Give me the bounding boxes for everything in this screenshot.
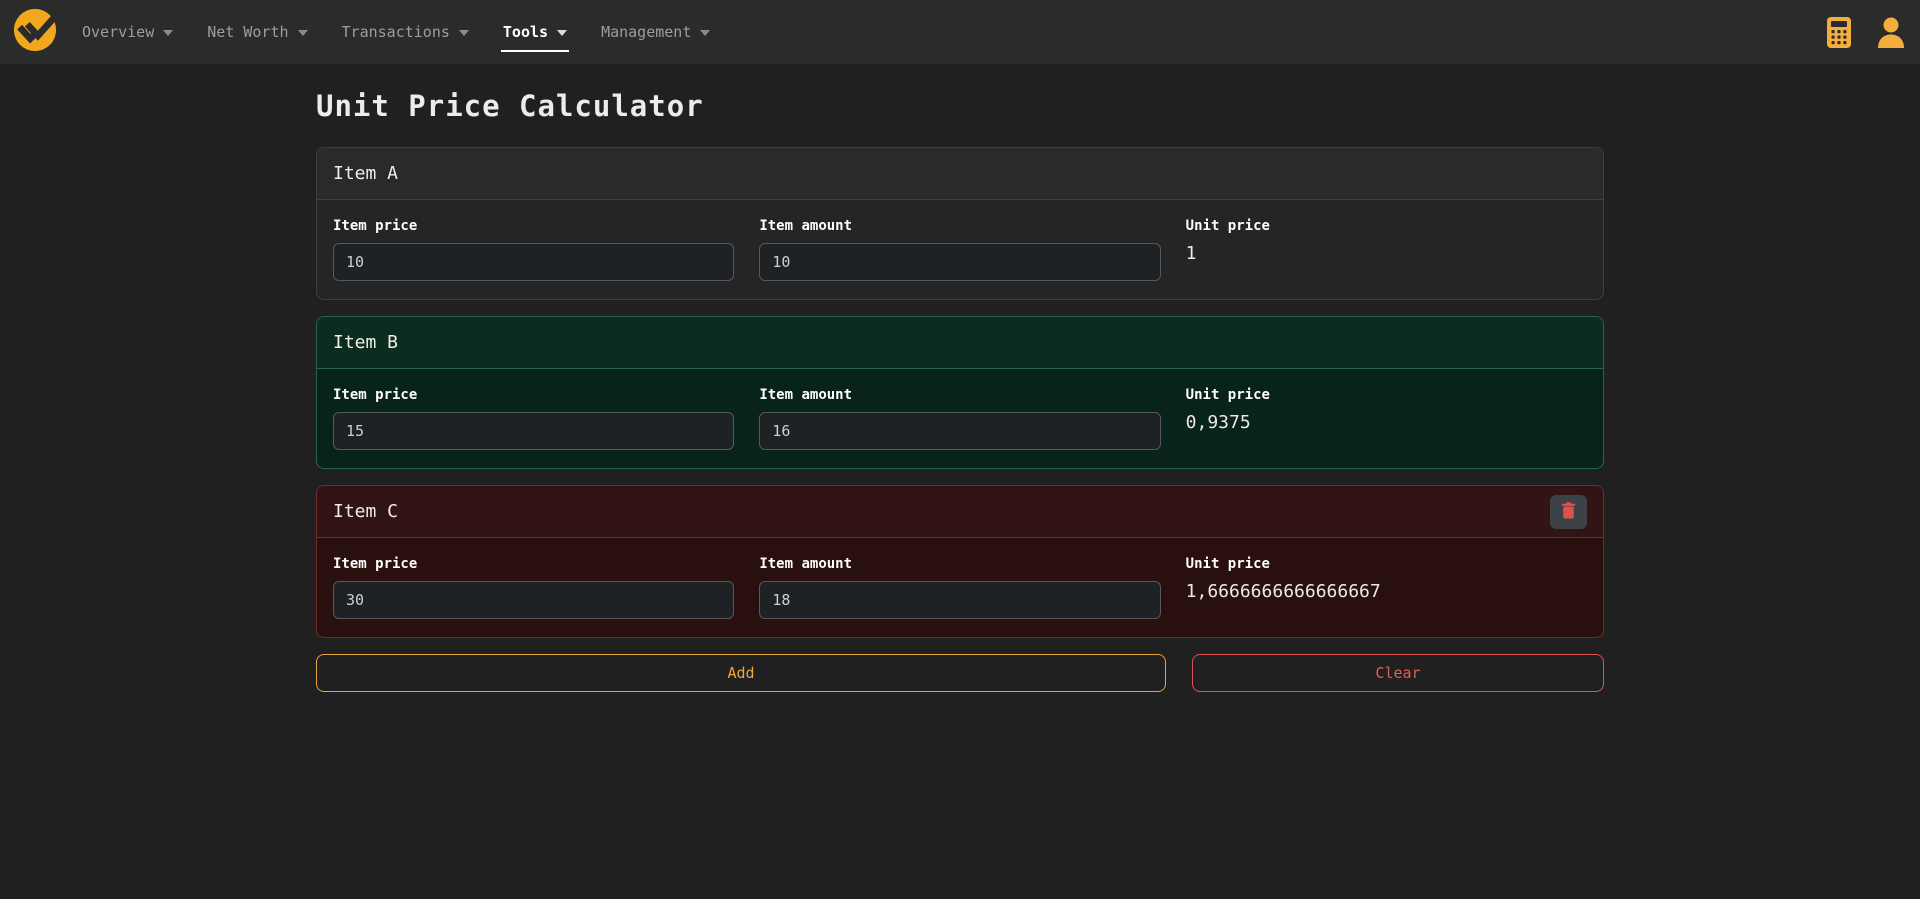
price-field: Item price	[333, 218, 734, 281]
nav-item-management[interactable]: Management	[601, 20, 710, 44]
amount-field: Item amount	[759, 387, 1160, 450]
item-price-label: Item price	[333, 556, 734, 572]
item-card-header: Item A	[317, 148, 1603, 200]
price-field: Item price	[333, 556, 734, 619]
item-amount-label: Item amount	[759, 556, 1160, 572]
item-card-header: Item C	[317, 486, 1603, 538]
price-field: Item price	[333, 387, 734, 450]
nav-item-label: Tools	[503, 23, 548, 41]
amount-field: Item amount	[759, 218, 1160, 281]
item-amount-input[interactable]	[759, 243, 1160, 281]
unit-price-label: Unit price	[1186, 387, 1587, 403]
delete-item-button[interactable]	[1550, 495, 1587, 529]
page-title: Unit Price Calculator	[316, 89, 1604, 123]
trash-icon	[1561, 502, 1576, 522]
user-icon[interactable]	[1876, 16, 1906, 48]
logo-icon	[12, 7, 58, 57]
nav-item-label: Management	[601, 23, 691, 41]
chevron-down-icon	[700, 30, 710, 36]
chevron-down-icon	[298, 30, 308, 36]
top-navbar: Overview Net Worth Transactions Tools Ma…	[0, 0, 1920, 64]
item-card-body: Item price Item amount Unit price 1,6666…	[317, 538, 1603, 637]
item-card-c: Item C Item price Item amount	[316, 485, 1604, 638]
unit-price-value: 1,6666666666666667	[1186, 581, 1587, 602]
item-card-title: Item B	[333, 332, 398, 353]
item-price-input[interactable]	[333, 243, 734, 281]
unit-price-value: 1	[1186, 243, 1587, 264]
unit-price-field: Unit price 0,9375	[1186, 387, 1587, 450]
nav-menu: Overview Net Worth Transactions Tools Ma…	[82, 20, 710, 44]
chevron-down-icon	[163, 30, 173, 36]
item-card-title: Item A	[333, 163, 398, 184]
item-card-body: Item price Item amount Unit price 1	[317, 200, 1603, 299]
unit-price-field: Unit price 1	[1186, 218, 1587, 281]
item-price-input[interactable]	[333, 581, 734, 619]
chevron-down-icon	[459, 30, 469, 36]
nav-item-label: Overview	[82, 23, 154, 41]
add-button[interactable]: Add	[316, 654, 1166, 692]
item-card-a: Item A Item price Item amount Unit price…	[316, 147, 1604, 300]
item-price-label: Item price	[333, 218, 734, 234]
item-amount-label: Item amount	[759, 387, 1160, 403]
main-content: Unit Price Calculator Item A Item price …	[316, 89, 1604, 692]
item-amount-label: Item amount	[759, 218, 1160, 234]
amount-field: Item amount	[759, 556, 1160, 619]
nav-item-tools[interactable]: Tools	[503, 20, 567, 44]
navbar-right	[1826, 16, 1906, 49]
nav-item-overview[interactable]: Overview	[82, 20, 173, 44]
item-card-body: Item price Item amount Unit price 0,9375	[317, 369, 1603, 468]
brand-logo[interactable]	[12, 7, 58, 57]
item-card-b: Item B Item price Item amount Unit price…	[316, 316, 1604, 469]
item-amount-input[interactable]	[759, 581, 1160, 619]
unit-price-value: 0,9375	[1186, 412, 1587, 433]
item-card-header: Item B	[317, 317, 1603, 369]
nav-item-net-worth[interactable]: Net Worth	[207, 20, 307, 44]
item-amount-input[interactable]	[759, 412, 1160, 450]
item-price-input[interactable]	[333, 412, 734, 450]
unit-price-label: Unit price	[1186, 556, 1587, 572]
unit-price-field: Unit price 1,6666666666666667	[1186, 556, 1587, 619]
nav-item-label: Net Worth	[207, 23, 288, 41]
item-card-title: Item C	[333, 501, 398, 522]
clear-button[interactable]: Clear	[1192, 654, 1604, 692]
nav-item-label: Transactions	[342, 23, 450, 41]
calculator-icon[interactable]	[1826, 16, 1852, 49]
item-price-label: Item price	[333, 387, 734, 403]
actions-row: Add Clear	[316, 654, 1604, 692]
chevron-down-icon	[557, 30, 567, 36]
nav-item-transactions[interactable]: Transactions	[342, 20, 469, 44]
unit-price-label: Unit price	[1186, 218, 1587, 234]
